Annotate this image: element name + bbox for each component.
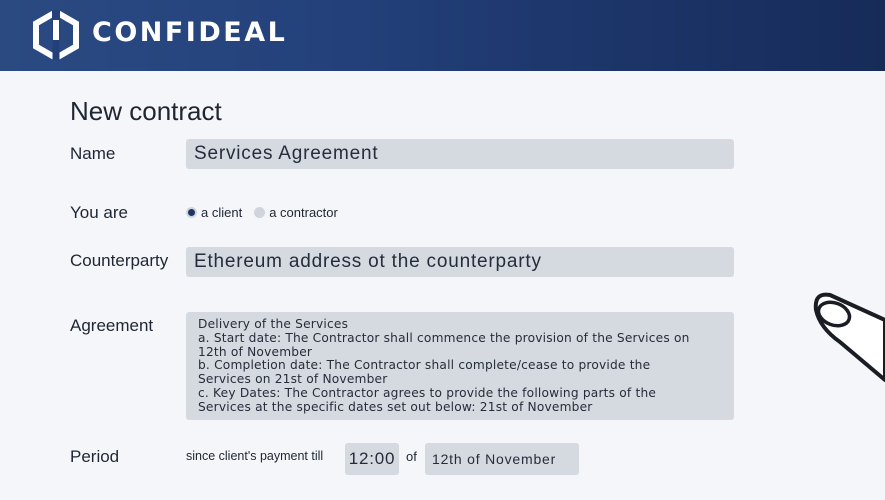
period-label: Period	[70, 447, 120, 466]
role-radio-group: a client a contractor	[186, 205, 350, 220]
counterparty-label: Counterparty	[70, 251, 169, 270]
role-option-contractor[interactable]: a contractor	[254, 205, 338, 220]
role-option-client[interactable]: a client	[186, 205, 242, 220]
radio-contractor[interactable]	[254, 207, 266, 218]
agreement-line: Services on 21st of November	[198, 372, 388, 387]
header-bar: CONFIDEAL	[0, 0, 885, 71]
agreement-line: a. Start date: The Contractor shall comm…	[198, 330, 690, 345]
period-time-field[interactable]: 12:00	[345, 443, 399, 475]
agreement-line: Delivery of the Services	[198, 317, 349, 331]
role-label: You are	[70, 203, 128, 222]
period-of-text: of	[406, 449, 417, 464]
agreement-textarea[interactable]: Delivery of the Services a. Start date: …	[186, 312, 734, 420]
agreement-line: c. Key Dates: The Contractor agrees to p…	[198, 385, 657, 400]
agreement-line: Services at the specific dates set out b…	[198, 399, 593, 414]
radio-client-label: a client	[201, 205, 243, 220]
radio-contractor-label: a contractor	[269, 205, 338, 220]
pointing-hand-icon	[813, 292, 885, 382]
brand-name[interactable]: CONFIDEAL	[92, 17, 287, 48]
agreement-label: Agreement	[70, 316, 154, 335]
radio-client[interactable]	[186, 207, 197, 218]
name-label: Name	[70, 144, 116, 163]
page-title: New contract	[70, 96, 222, 126]
counterparty-field[interactable]: Ethereum address ot the counterparty	[186, 247, 734, 277]
name-field[interactable]: Services Agreement	[186, 139, 734, 169]
period-date-field[interactable]: 12th of November	[425, 443, 579, 475]
confideal-logo-icon	[33, 10, 79, 60]
agreement-line: 12th of November	[198, 344, 313, 359]
period-prefix: since client's payment till	[186, 449, 324, 463]
agreement-line: b. Completion date: The Contractor shall…	[198, 358, 651, 373]
